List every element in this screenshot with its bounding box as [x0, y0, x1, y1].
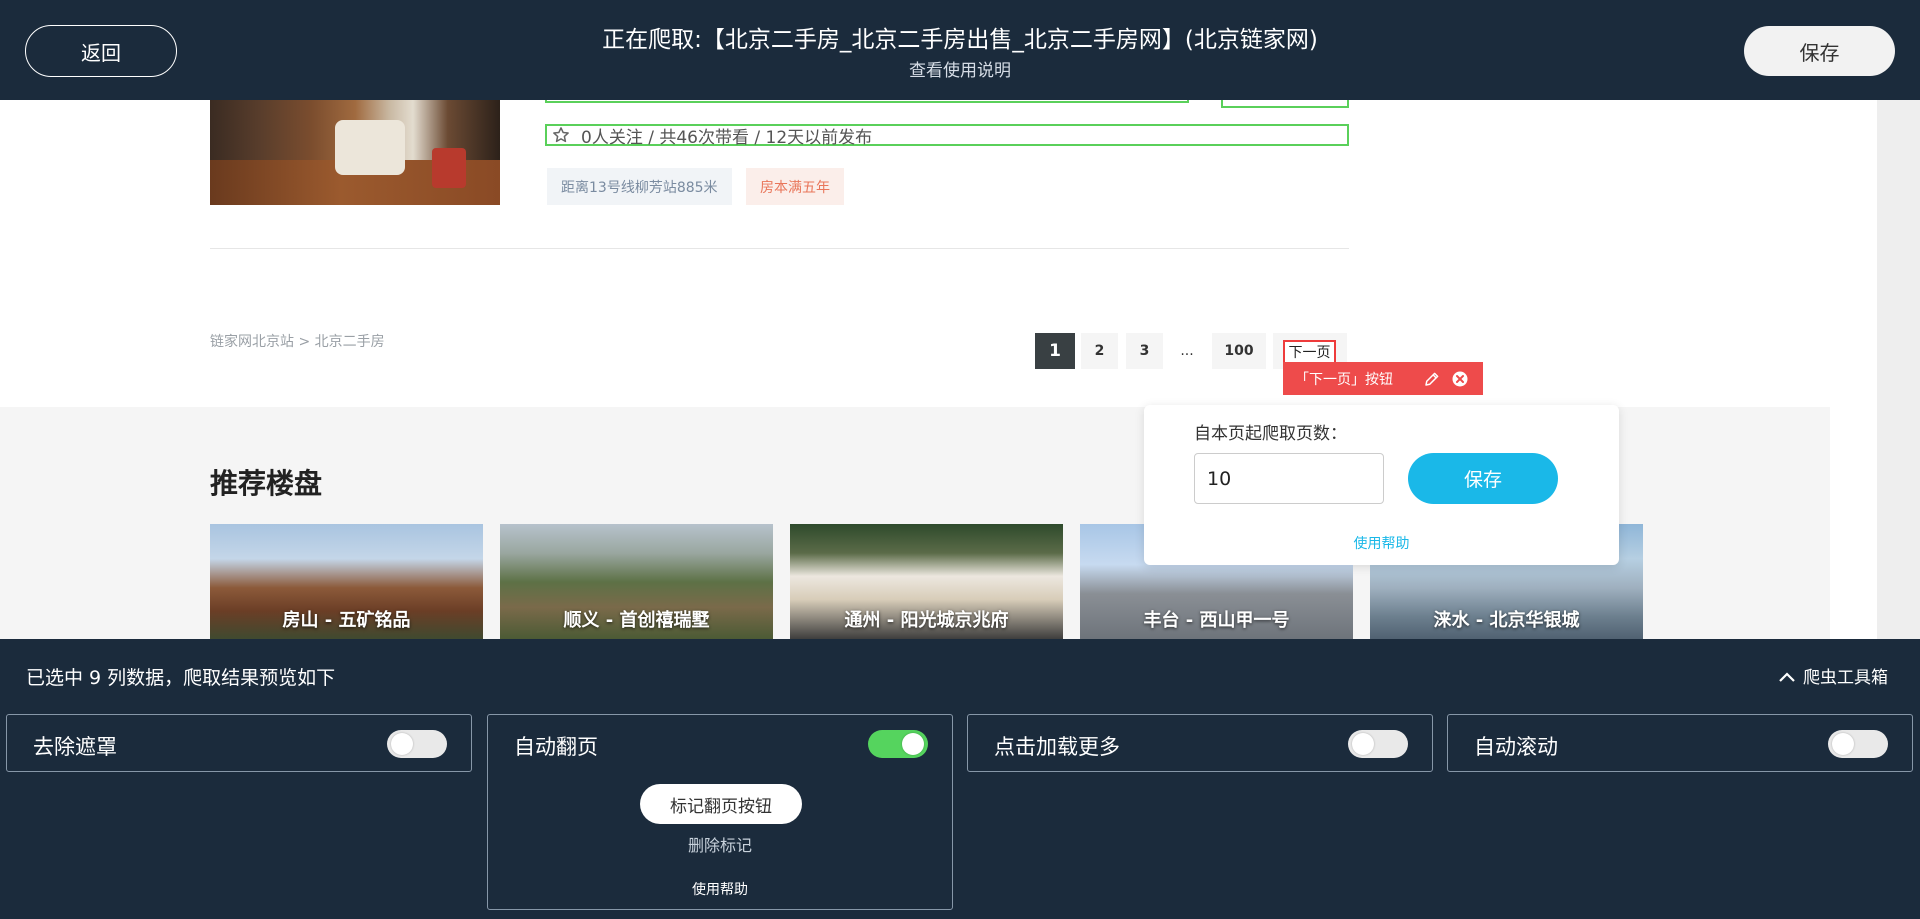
switch-knob — [1832, 733, 1854, 755]
page-title: 正在爬取:【北京二手房_北京二手房出售_北京二手房网】(北京链家网) — [602, 27, 1318, 53]
breadcrumb[interactable]: 链家网北京站 > 北京二手房 — [210, 331, 385, 351]
auto-paging-help-link[interactable]: 使用帮助 — [488, 879, 952, 899]
popup-save-button[interactable]: 保存 — [1408, 453, 1558, 504]
panel-title: 自动翻页 — [514, 735, 598, 759]
card-label: 涞水 - 北京华银城 — [1433, 610, 1580, 631]
auto-paging-panel: 自动翻页 标记翻页按钮 删除标记 使用帮助 — [487, 714, 953, 910]
switch-knob — [391, 733, 413, 755]
photo-chair — [432, 148, 466, 188]
crawl-pages-popup: 自本页起爬取页数： 10 保存 使用帮助 — [1144, 405, 1619, 565]
selection-status: 已选中 9 列数据，爬取结果预览如下 — [26, 667, 336, 689]
popup-help-link[interactable]: 使用帮助 — [1144, 533, 1619, 553]
panel-title: 去除遮罩 — [33, 735, 117, 759]
page-gutter — [1877, 100, 1920, 640]
five-year-tag: 房本满五年 — [746, 168, 844, 205]
mark-paging-button[interactable]: 标记翻页按钮 — [640, 784, 802, 824]
switch-knob — [902, 733, 924, 755]
page-100-button[interactable]: 100 — [1212, 333, 1266, 369]
recommend-card[interactable]: 房山 - 五矿铭品 — [210, 524, 483, 640]
subway-tag: 距离13号线柳芳站885米 — [547, 168, 732, 205]
crawler-toolbox: 已选中 9 列数据，爬取结果预览如下 爬虫工具箱 去除遮罩 自动翻页 标记翻页按… — [0, 639, 1920, 919]
auto-paging-switch[interactable] — [868, 730, 928, 758]
recommend-card[interactable]: 顺义 - 首创禧瑞墅 — [500, 524, 773, 640]
recommend-title: 推荐楼盘 — [210, 467, 323, 500]
card-label: 房山 - 五矿铭品 — [282, 610, 411, 631]
next-page-marked[interactable]: 下一页 — [1283, 340, 1336, 364]
remove-mask-switch[interactable] — [387, 730, 447, 758]
switch-knob — [1352, 733, 1374, 755]
page-3-button[interactable]: 3 — [1126, 333, 1163, 369]
photo-sofa — [335, 120, 405, 175]
card-label: 丰台 - 西山甲一号 — [1143, 610, 1290, 631]
load-more-switch[interactable] — [1348, 730, 1408, 758]
remove-mask-panel: 去除遮罩 — [6, 714, 472, 772]
card-label: 通州 - 阳光城京兆府 — [844, 610, 1009, 631]
recommend-card[interactable]: 通州 - 阳光城京兆府 — [790, 524, 1063, 640]
marker-label-text: 「下一页」按钮 — [1295, 371, 1393, 388]
toolbox-toggle[interactable]: 爬虫工具箱 — [1778, 663, 1888, 688]
listing-photo[interactable] — [210, 100, 500, 205]
star-icon — [551, 126, 571, 144]
page-1-button[interactable]: 1 — [1035, 333, 1075, 369]
follow-text: 0人关注 / 共46次带看 / 12天以前发布 — [581, 127, 873, 148]
usage-guide-link[interactable]: 查看使用说明 — [0, 56, 1920, 81]
chevron-up-icon — [1778, 669, 1796, 683]
auto-scroll-panel: 自动滚动 — [1447, 714, 1913, 772]
pencil-icon[interactable] — [1423, 370, 1441, 388]
top-bar: 返回 正在爬取:【北京二手房_北京二手房出售_北京二手房网】(北京链家网) 查看… — [0, 0, 1920, 100]
auto-scroll-switch[interactable] — [1828, 730, 1888, 758]
crawl-pages-label: 自本页起爬取页数： — [1194, 424, 1347, 444]
close-icon[interactable] — [1451, 370, 1469, 388]
card-label: 顺义 - 首创禧瑞墅 — [563, 610, 710, 631]
divider — [210, 248, 1349, 249]
toolbox-toggle-label: 爬虫工具箱 — [1803, 668, 1888, 688]
next-button-marker-label: 「下一页」按钮 — [1283, 362, 1483, 395]
page-ellipsis: ... — [1180, 343, 1194, 359]
delete-mark-link[interactable]: 删除标记 — [488, 832, 952, 856]
panel-title: 自动滚动 — [1474, 735, 1558, 759]
page-2-button[interactable]: 2 — [1081, 333, 1118, 369]
panel-title: 点击加载更多 — [994, 735, 1120, 759]
selected-follow-info[interactable]: 0人关注 / 共46次带看 / 12天以前发布 — [545, 124, 1349, 148]
save-button[interactable]: 保存 — [1744, 26, 1895, 76]
load-more-panel: 点击加载更多 — [967, 714, 1433, 772]
crawl-pages-input[interactable]: 10 — [1194, 453, 1384, 504]
